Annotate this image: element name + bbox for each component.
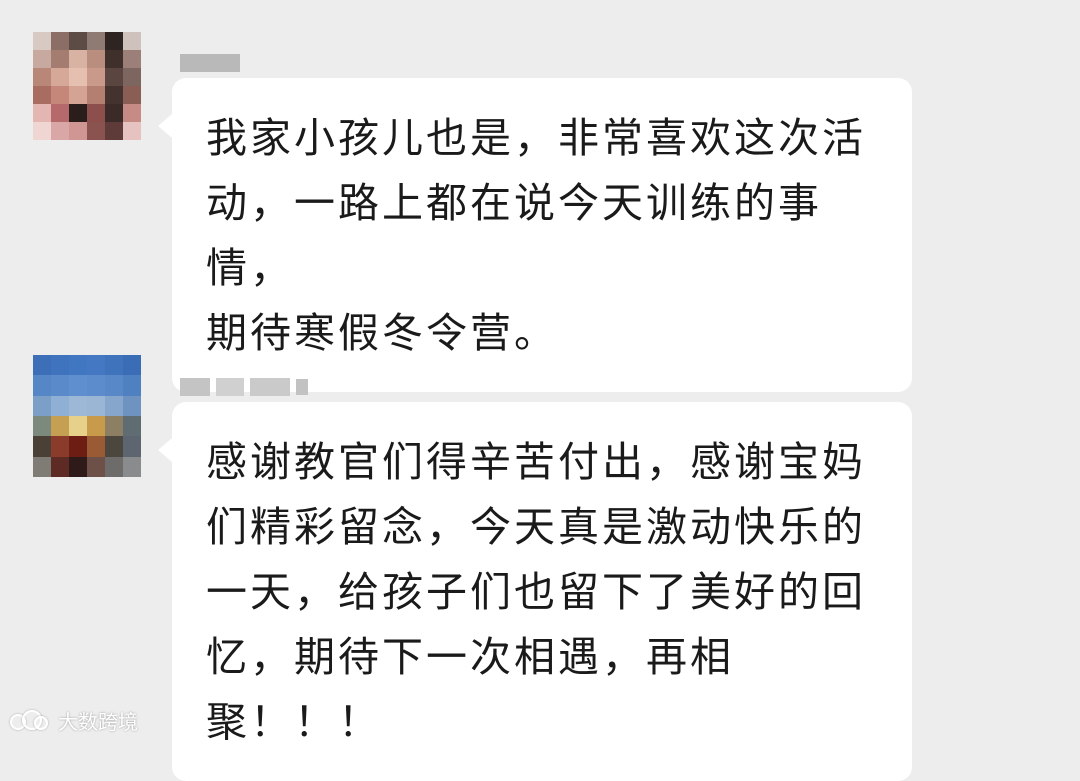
avatar[interactable] (33, 32, 141, 140)
sender-name-redacted (180, 52, 240, 74)
avatar[interactable] (33, 355, 141, 477)
message-bubble[interactable]: 我家小孩儿也是，非常喜欢这次活 动，一路上都在说今天训练的事情， 期待寒假冬令营… (158, 78, 912, 392)
watermark: 大数跨境 (10, 706, 138, 735)
watermark-logo-icon (10, 709, 50, 732)
watermark-text: 大数跨境 (58, 710, 138, 734)
message-bubble[interactable]: 感谢教官们得辛苦付出，感谢宝妈 们精彩留念，今天真是激动快乐的 一天，给孩子们也… (158, 402, 912, 781)
sender-name-redacted (180, 376, 308, 398)
